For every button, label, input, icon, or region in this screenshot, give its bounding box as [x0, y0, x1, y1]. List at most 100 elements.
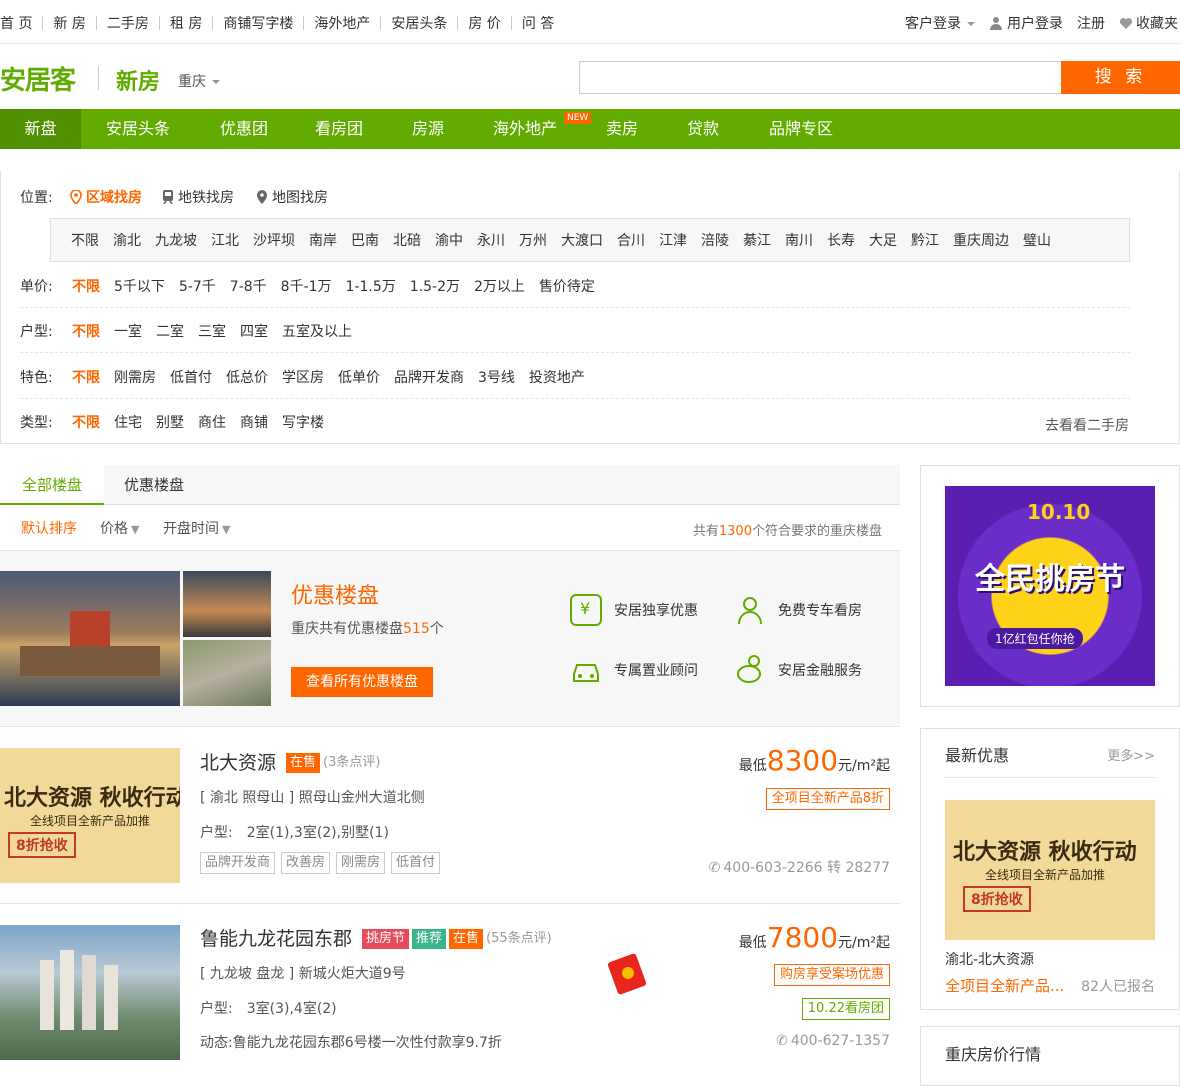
promo-photo-top[interactable]	[183, 571, 271, 637]
top-nav-home[interactable]: 首 页	[0, 13, 42, 33]
feature-option[interactable]: 刚需房	[114, 367, 156, 387]
type-option[interactable]: 别墅	[156, 412, 184, 432]
nav-item-loan[interactable]: 贷款	[687, 109, 719, 149]
sort-default[interactable]: 默认排序	[21, 518, 77, 538]
region-option[interactable]: 大足	[869, 230, 897, 250]
nav-item-tour-group[interactable]: 看房团	[315, 109, 363, 149]
listing-address[interactable]: [ 渝北 照母山 ] 照母山金州大道北侧	[200, 787, 425, 807]
region-option[interactable]: 万州	[519, 230, 547, 250]
layout-value[interactable]: 2室(1),3室(2),别墅(1)	[247, 825, 389, 841]
region-option[interactable]: 沙坪坝	[253, 230, 295, 250]
more-link[interactable]: 更多>>	[1107, 745, 1155, 764]
region-option[interactable]: 渝中	[435, 230, 463, 250]
region-option[interactable]: 九龙坡	[155, 230, 197, 250]
top-nav-rent[interactable]: 租 房	[170, 13, 212, 33]
register-link[interactable]: 注册	[1077, 13, 1105, 33]
tab-discount-listings[interactable]: 优惠楼盘	[104, 465, 204, 505]
nav-item-group-discount[interactable]: 优惠团	[220, 109, 268, 149]
layout-option[interactable]: 四室	[240, 321, 268, 341]
region-option[interactable]: 巴南	[351, 230, 379, 250]
top-nav-headlines[interactable]: 安居头条	[391, 13, 457, 33]
type-option[interactable]: 住宅	[114, 412, 142, 432]
price-option[interactable]: 7-8千	[230, 276, 267, 296]
listing-address[interactable]: [ 九龙坡 盘龙 ] 新城火炬大道9号	[200, 963, 406, 983]
top-nav-overseas[interactable]: 海外地产	[314, 13, 380, 33]
latest-photo[interactable]: 北大资源 秋收行动 全线项目全新产品加推 8折抢收	[945, 800, 1155, 940]
region-option[interactable]: 长寿	[827, 230, 855, 250]
price-option[interactable]: 1.5-2万	[410, 276, 460, 296]
feature-option[interactable]: 投资地产	[529, 367, 585, 387]
promo-tag[interactable]: 全项目全新产品8折	[765, 788, 890, 810]
review-count[interactable]: (55条点评)	[486, 931, 552, 946]
nav-item-sell[interactable]: 卖房	[606, 109, 638, 149]
customer-login-link[interactable]: 客户登录	[905, 13, 975, 33]
feature-option[interactable]: 不限	[72, 367, 100, 387]
region-option[interactable]: 黔江	[911, 230, 939, 250]
region-option[interactable]: 南岸	[309, 230, 337, 250]
feature-option[interactable]: 学区房	[282, 367, 324, 387]
city-selector[interactable]: 重庆	[178, 71, 220, 91]
layout-option[interactable]: 一室	[114, 321, 142, 341]
feature-option[interactable]: 低首付	[170, 367, 212, 387]
tab-region[interactable]: 区域找房	[70, 187, 142, 207]
nav-item-listings[interactable]: 房源	[412, 109, 444, 149]
latest-desc[interactable]: 全项目全新产品...	[945, 975, 1064, 996]
layout-option[interactable]: 三室	[198, 321, 226, 341]
region-option[interactable]: 南川	[785, 230, 813, 250]
nav-item-overseas[interactable]: 海外地产	[493, 109, 557, 149]
price-option[interactable]: 5-7千	[179, 276, 216, 296]
layout-option[interactable]: 二室	[156, 321, 184, 341]
region-option[interactable]: 北碚	[393, 230, 421, 250]
price-option[interactable]: 5千以下	[114, 276, 165, 296]
price-option[interactable]: 1-1.5万	[346, 276, 396, 296]
nav-item-newdev[interactable]: 新盘	[0, 109, 81, 149]
feature-option[interactable]: 低总价	[226, 367, 268, 387]
dynamic-text[interactable]: 鲁能九龙花园东郡6号楼一次性付款享9.7折	[233, 1035, 502, 1051]
top-nav-qa[interactable]: 问 答	[522, 13, 564, 33]
listing-name-text[interactable]: 鲁能九龙花园东郡	[200, 928, 352, 950]
top-nav-office[interactable]: 商铺写字楼	[223, 13, 303, 33]
layout-option[interactable]: 五室及以上	[282, 321, 352, 341]
promo-photo-main[interactable]	[0, 571, 180, 706]
listing-photo[interactable]	[0, 925, 180, 1060]
top-nav-newhouse[interactable]: 新 房	[53, 13, 95, 33]
type-option[interactable]: 不限	[72, 412, 100, 432]
user-login-link[interactable]: 用户登录	[989, 13, 1063, 33]
region-option[interactable]: 綦江	[743, 230, 771, 250]
promo-tag[interactable]: 购房享受案场优惠	[773, 964, 890, 986]
festival-banner[interactable]: 10.10 全民挑房节 1亿红包任你抢	[945, 486, 1155, 686]
region-option[interactable]: 江津	[659, 230, 687, 250]
tab-all-listings[interactable]: 全部楼盘	[0, 465, 104, 505]
region-option[interactable]: 江北	[211, 230, 239, 250]
region-option[interactable]: 重庆周边	[953, 230, 1009, 250]
sort-open-time[interactable]: 开盘时间 ▼	[163, 518, 230, 538]
nav-item-headlines[interactable]: 安居头条	[106, 109, 170, 149]
price-option[interactable]: 2万以上	[474, 276, 525, 296]
region-option[interactable]: 璧山	[1023, 230, 1051, 250]
view-discounts-button[interactable]: 查看所有优惠楼盘	[291, 667, 433, 697]
search-button[interactable]: 搜 索	[1061, 61, 1180, 94]
tab-subway[interactable]: 地铁找房	[162, 187, 234, 207]
favorites-link[interactable]: 收藏夹	[1119, 13, 1178, 33]
region-option[interactable]: 涪陵	[701, 230, 729, 250]
layout-option[interactable]: 不限	[72, 321, 100, 341]
site-logo[interactable]: 安居客	[0, 60, 76, 97]
nav-item-brand[interactable]: 品牌专区	[769, 109, 833, 149]
latest-name[interactable]: 渝北-北大资源	[945, 949, 1034, 969]
feature-option[interactable]: 3号线	[478, 367, 515, 387]
promo-photo-bottom[interactable]	[183, 640, 271, 706]
secondhand-link[interactable]: 去看看二手房	[1045, 415, 1129, 435]
region-option[interactable]: 渝北	[113, 230, 141, 250]
listing-name-text[interactable]: 北大资源	[200, 752, 276, 774]
price-option[interactable]: 不限	[72, 276, 100, 296]
region-option[interactable]: 大渡口	[561, 230, 603, 250]
region-option[interactable]: 不限	[71, 230, 99, 250]
region-option[interactable]: 合川	[617, 230, 645, 250]
feature-option[interactable]: 低单价	[338, 367, 380, 387]
sort-price[interactable]: 价格 ▼	[100, 518, 139, 538]
type-option[interactable]: 写字楼	[282, 412, 324, 432]
type-option[interactable]: 商住	[198, 412, 226, 432]
feature-option[interactable]: 品牌开发商	[394, 367, 464, 387]
red-envelope-icon[interactable]	[606, 952, 650, 996]
type-option[interactable]: 商铺	[240, 412, 268, 432]
